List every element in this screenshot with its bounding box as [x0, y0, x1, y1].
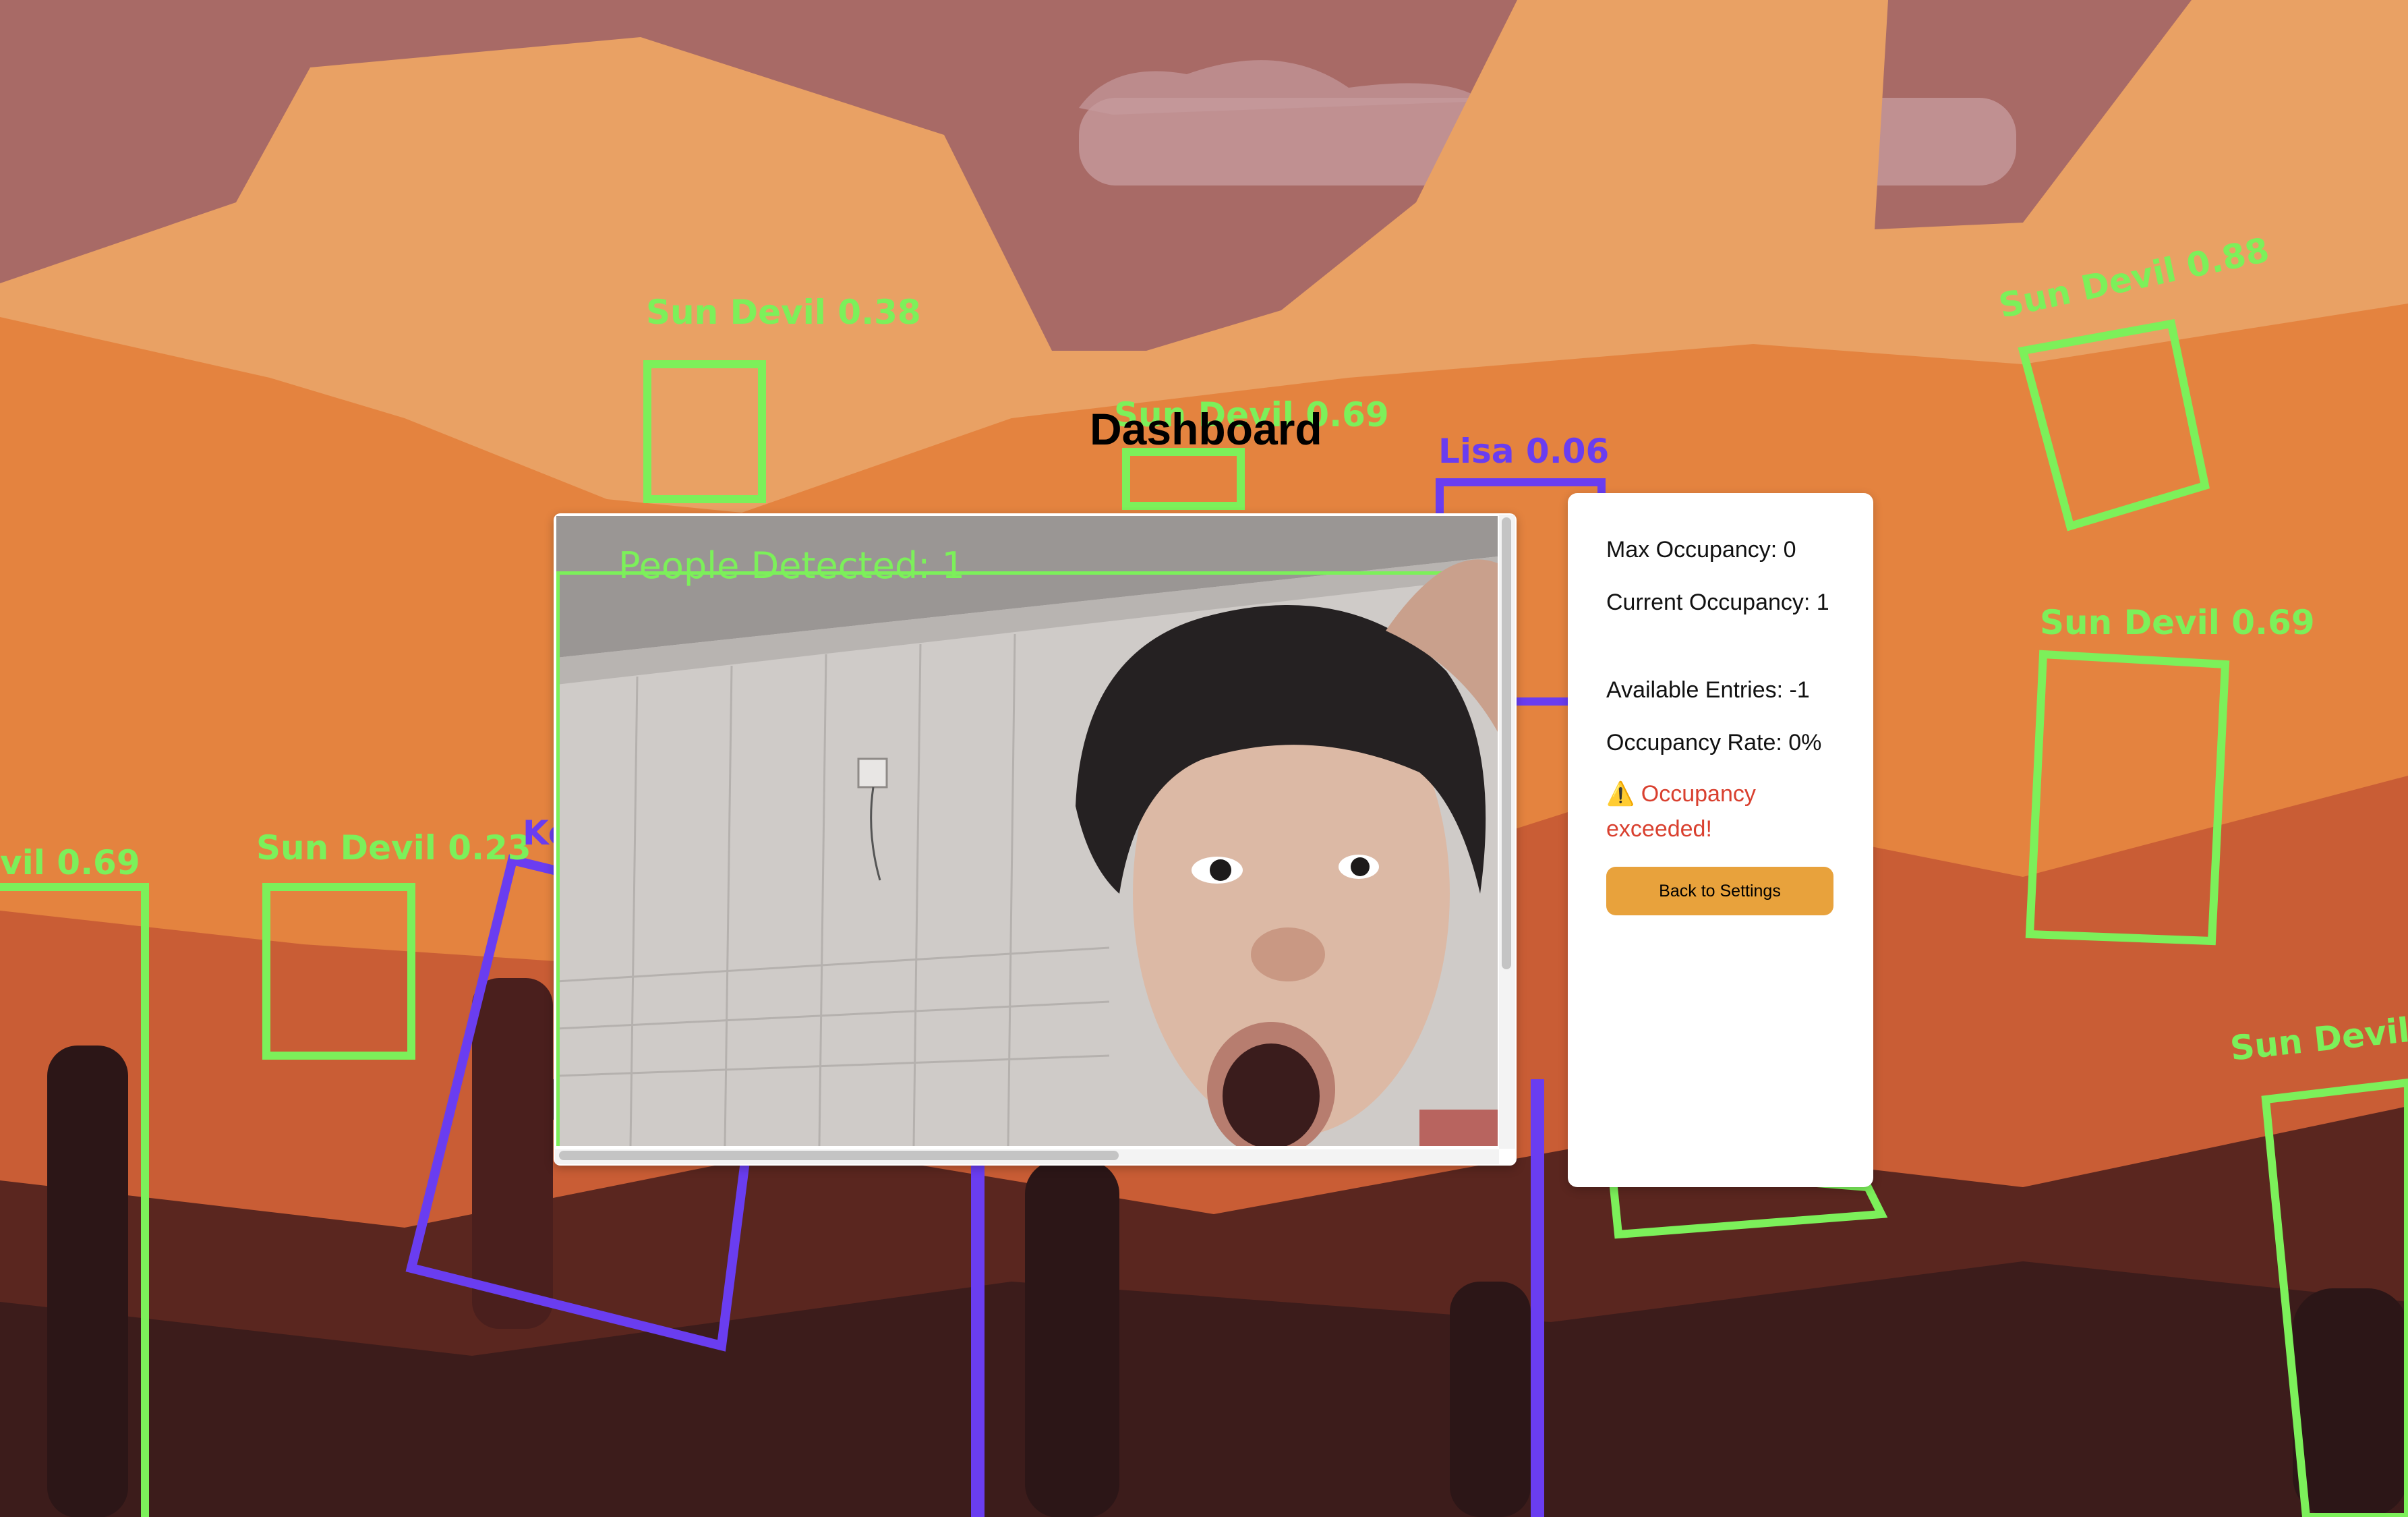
detection-label: vil 0.69: [0, 843, 140, 882]
occupancy-warning: ⚠️ Occupancy exceeded!: [1606, 776, 1849, 847]
page-title: Dashboard: [1090, 404, 1322, 454]
horizontal-scroll-thumb[interactable]: [559, 1151, 1119, 1160]
occupancy-rate: Occupancy Rate: 0%: [1606, 730, 1822, 755]
detection-label: Sun Devil 0.38: [646, 293, 921, 332]
available-entries: Available Entries: -1: [1606, 677, 1810, 703]
back-to-settings-button[interactable]: Back to Settings: [1606, 867, 1833, 915]
horizontal-scrollbar[interactable]: [555, 1149, 1499, 1164]
occupancy-stats-panel: Max Occupancy: 0 Current Occupancy: 1 Av…: [1568, 493, 1873, 1187]
vertical-scroll-thumb[interactable]: [1502, 517, 1511, 969]
camera-feed: People Detected: 1: [556, 516, 1498, 1146]
vertical-scrollbar[interactable]: [1499, 515, 1515, 1149]
max-occupancy: Max Occupancy: 0: [1606, 537, 1796, 563]
video-panel: People Detected: 1: [554, 513, 1517, 1166]
current-occupancy: Current Occupancy: 1: [1606, 590, 1829, 615]
detection-label: Sun Devil 0.23: [256, 828, 531, 867]
people-detected-overlay: People Detected: 1: [618, 544, 965, 587]
detection-label: Lisa 0.06: [1438, 432, 1610, 471]
detection-label: Sun Devil 0.69: [2040, 603, 2315, 642]
warning-icon: ⚠️: [1606, 781, 1635, 807]
camera-image: [556, 516, 1498, 1146]
